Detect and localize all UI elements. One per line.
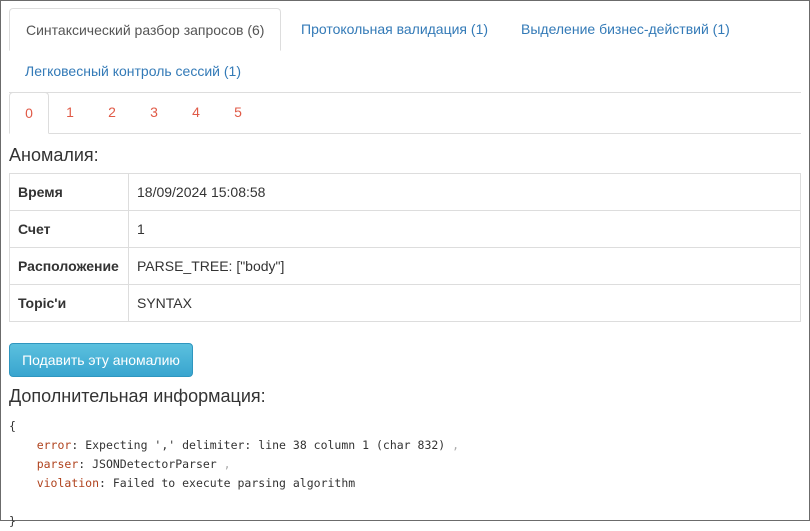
row-value: 18/09/2024 15:08:58 <box>128 173 801 211</box>
field-value: Expecting ',' delimiter: line 38 column … <box>85 438 446 452</box>
table-row: Расположение PARSE_TREE: ["body"] <box>9 247 801 285</box>
subtab-2[interactable]: 2 <box>92 92 132 133</box>
main-tabs: Синтаксический разбор запросов (6) Прото… <box>9 8 801 93</box>
row-value: SYNTAX <box>128 284 801 322</box>
anomaly-table: Время 18/09/2024 15:08:58 Счет 1 Располо… <box>9 173 801 322</box>
table-row: Счет 1 <box>9 210 801 248</box>
suppress-anomaly-button[interactable]: Подавить эту аномалию <box>9 343 193 377</box>
extra-info-code: { error: Expecting ',' delimiter: line 3… <box>9 419 460 528</box>
subtab-5[interactable]: 5 <box>218 92 258 133</box>
row-value: 1 <box>128 210 801 248</box>
field-comma: , <box>452 438 460 452</box>
row-key: Расположение <box>9 247 129 285</box>
anomaly-index-tabs: 0 1 2 3 4 5 <box>9 92 801 134</box>
field-comma: , <box>223 457 231 471</box>
field-key: error <box>36 438 72 452</box>
subtab-3[interactable]: 3 <box>134 92 174 133</box>
field-key: violation <box>36 476 100 490</box>
subtab-4[interactable]: 4 <box>176 92 216 133</box>
table-row: Время 18/09/2024 15:08:58 <box>9 173 801 211</box>
row-key: Время <box>9 173 129 211</box>
tab-protocol-validation[interactable]: Протокольная валидация (1) <box>285 8 504 50</box>
tab-session-control[interactable]: Легковесный контроль сессий (1) <box>9 50 257 92</box>
table-row: Topic'и SYNTAX <box>9 284 801 322</box>
subtab-1[interactable]: 1 <box>50 92 90 133</box>
tab-business-actions[interactable]: Выделение бизнес-действий (1) <box>505 8 746 50</box>
open-brace: { <box>9 419 16 433</box>
window-frame: Синтаксический разбор запросов (6) Прото… <box>0 0 810 528</box>
field-value: Failed to execute parsing algorithm <box>112 476 356 490</box>
close-brace: } <box>9 514 16 528</box>
anomaly-heading: Аномалия: <box>9 145 99 165</box>
row-key: Счет <box>9 210 129 248</box>
field-key: parser <box>36 457 79 471</box>
subtab-0[interactable]: 0 <box>9 92 49 134</box>
extra-info-heading: Дополнительная информация: <box>9 386 266 406</box>
tab-syntax-parsing[interactable]: Синтаксический разбор запросов (6) <box>9 8 282 51</box>
row-key: Topic'и <box>9 284 129 322</box>
field-value: JSONDetectorParser <box>92 457 217 471</box>
row-value: PARSE_TREE: ["body"] <box>128 247 801 285</box>
